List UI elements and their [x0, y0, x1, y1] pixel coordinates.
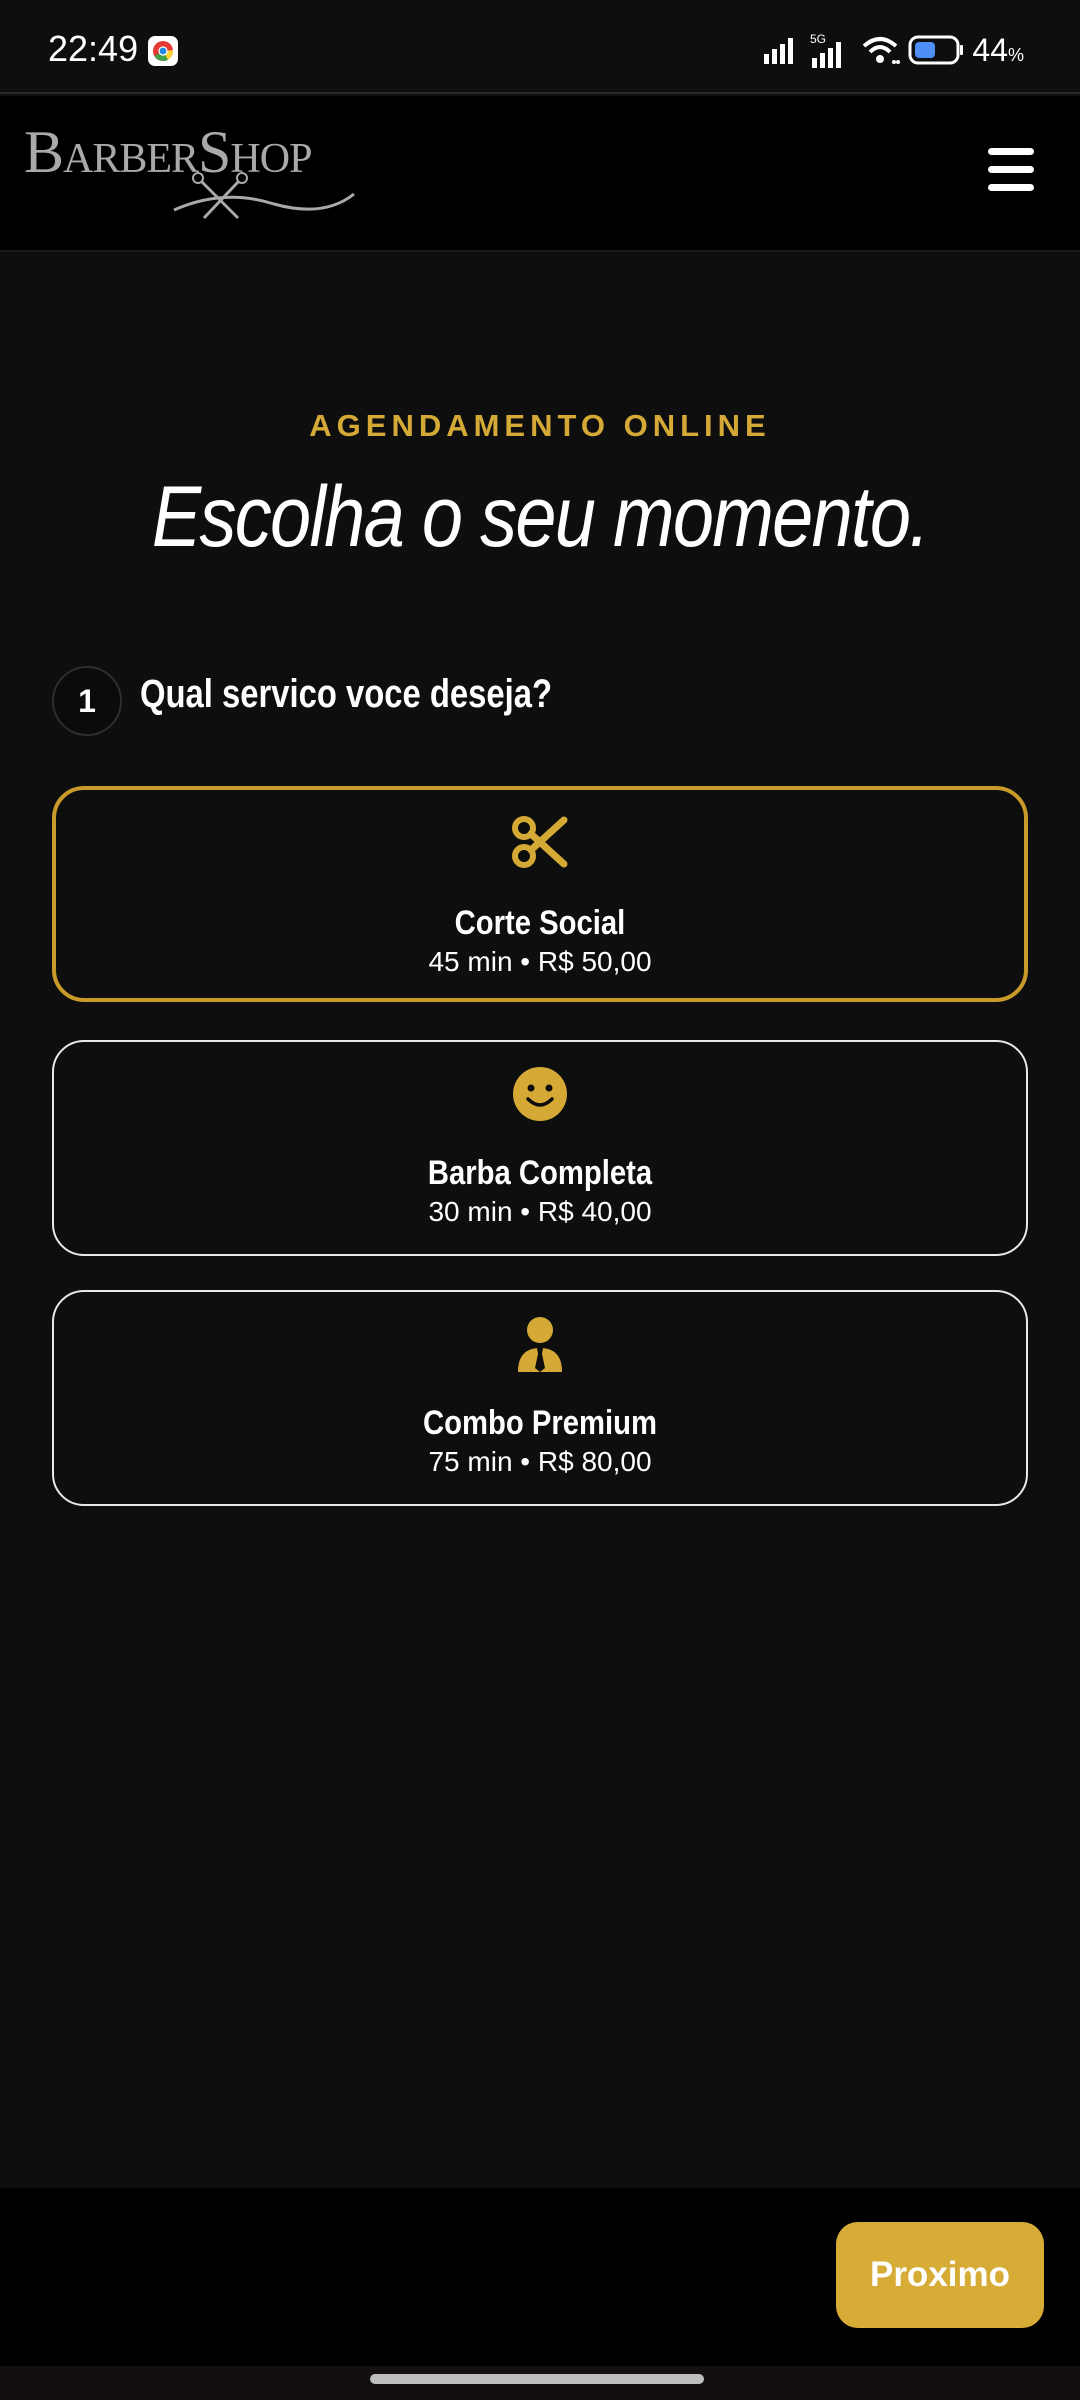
service-card-corte-social[interactable]: Corte Social 45 min • R$ 50,00: [52, 786, 1028, 1002]
home-gesture-handle[interactable]: [370, 2374, 704, 2384]
system-nav-bar: [0, 2366, 1080, 2400]
service-name: Combo Premium: [423, 1404, 657, 1442]
step-number-badge: 1: [52, 666, 122, 736]
service-name: Corte Social: [454, 904, 626, 942]
section-overline: AGENDAMENTO ONLINE: [309, 408, 771, 443]
battery-icon: [908, 35, 964, 65]
user-tie-icon: [518, 1317, 562, 1372]
status-time: 22:49: [48, 28, 139, 69]
status-indicators: 5G 44%: [762, 30, 1024, 70]
signal-5g-icon: 5G: [810, 32, 842, 68]
menu-icon-bar: [988, 166, 1034, 173]
service-card-barba-completa[interactable]: Barba Completa 30 min • R$ 40,00: [52, 1040, 1028, 1256]
signal-icon: [764, 38, 794, 64]
service-card-combo-premium[interactable]: Combo Premium 75 min • R$ 80,00: [52, 1290, 1028, 1506]
site-header: BarberShop: [0, 96, 1080, 252]
menu-icon-bar: [988, 184, 1034, 191]
smile-icon: [513, 1067, 567, 1121]
status-bar: 22:49 5G 44%: [0, 0, 1080, 94]
service-name: Barba Completa: [427, 1154, 653, 1192]
scissors-icon: [512, 816, 568, 868]
service-duration-price: 45 min • R$ 50,00: [428, 946, 652, 977]
network-label: 5G: [810, 32, 826, 46]
bottom-action-bar: Proximo: [0, 2188, 1080, 2366]
wifi-icon: [863, 37, 901, 64]
page-title: Escolha o seu momento.: [151, 469, 930, 565]
chrome-icon: [148, 36, 178, 66]
menu-icon-bar: [988, 148, 1034, 155]
service-duration-price: 75 min • R$ 80,00: [428, 1446, 652, 1477]
barbershop-logo[interactable]: BarberShop: [24, 118, 364, 228]
step-question: Qual servico voce deseja?: [140, 672, 553, 716]
menu-button[interactable]: [988, 148, 1038, 194]
battery-percent: 44%: [972, 31, 1024, 68]
next-button[interactable]: Proximo: [836, 2222, 1044, 2328]
logo-scissors-flourish: [173, 172, 355, 220]
service-duration-price: 30 min • R$ 40,00: [428, 1196, 652, 1227]
